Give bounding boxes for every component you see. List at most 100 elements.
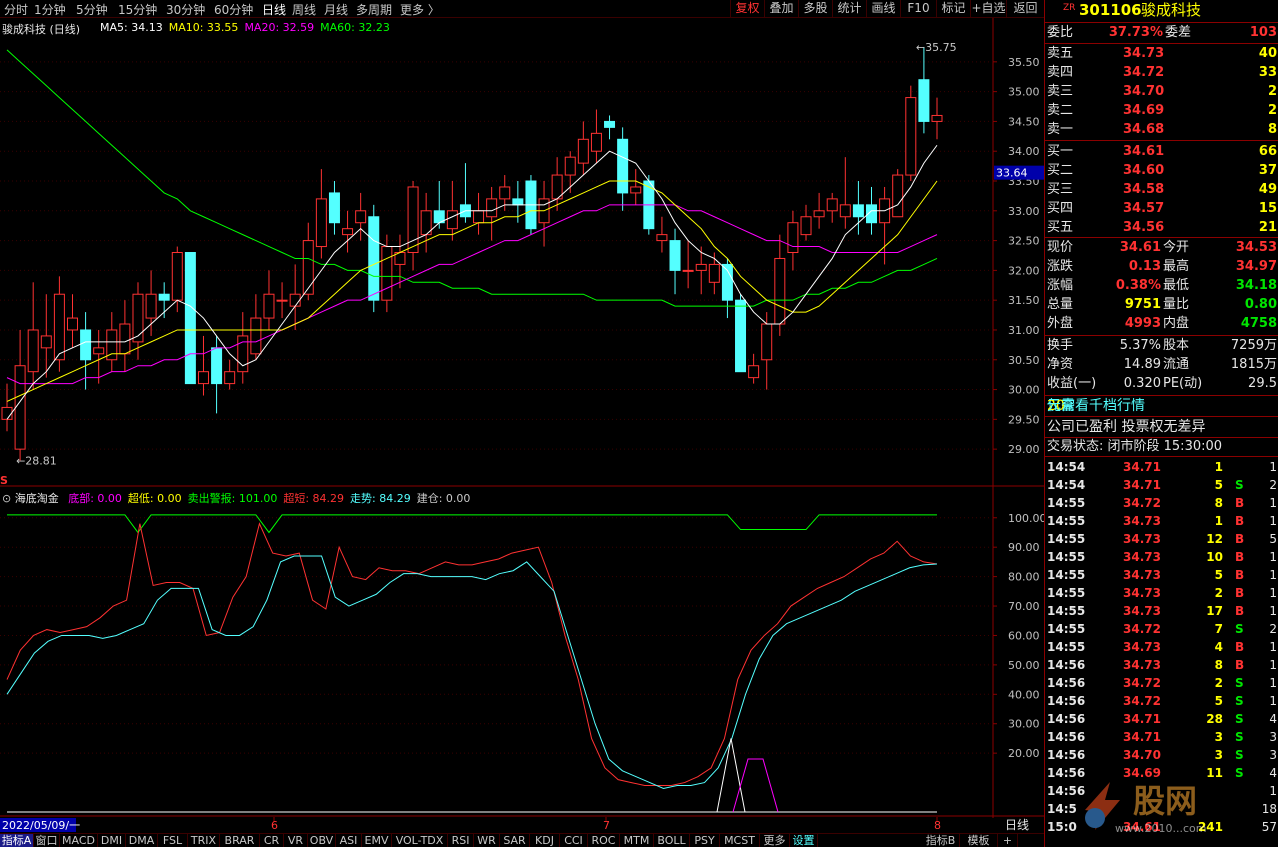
candle-body[interactable] — [368, 216, 380, 301]
candle-body[interactable] — [93, 347, 105, 355]
indicator-tab[interactable]: OBV — [308, 834, 336, 847]
candle-body[interactable] — [224, 371, 236, 385]
period-8[interactable]: 月线 — [324, 1, 348, 18]
right-tab[interactable]: + — [998, 834, 1018, 847]
candle-body[interactable] — [250, 317, 262, 355]
candle-body[interactable] — [328, 192, 340, 224]
indicator-tab[interactable]: FSL — [158, 834, 188, 847]
candle-body[interactable] — [158, 293, 170, 301]
candle-body[interactable] — [473, 210, 485, 224]
indicator-tab[interactable]: ASI — [336, 834, 362, 847]
candle-body[interactable] — [263, 293, 275, 319]
candle-body[interactable] — [14, 365, 26, 450]
candle-body[interactable] — [905, 97, 917, 176]
candle-body[interactable] — [656, 234, 668, 242]
period-10[interactable]: 更多 〉 — [400, 1, 440, 18]
indicator-tab[interactable]: MACD — [60, 834, 98, 847]
period-1[interactable]: 1分钟 — [34, 1, 66, 18]
candle-body[interactable] — [748, 365, 760, 379]
candle-body[interactable] — [708, 263, 720, 283]
order-book-row[interactable]: 买五 34.56 21 — [1045, 219, 1278, 237]
candle-body[interactable] — [931, 114, 943, 122]
candle-body[interactable] — [132, 293, 144, 343]
indicator-tab[interactable]: DMI — [98, 834, 126, 847]
toolbar-btn-1[interactable]: 叠加 — [764, 0, 798, 18]
candle-body[interactable] — [577, 138, 589, 164]
collapse-icon[interactable]: ⊙ — [2, 492, 11, 505]
toolbar-btn-4[interactable]: 画线 — [866, 0, 900, 18]
candle-body[interactable] — [171, 252, 183, 301]
candle-body[interactable] — [695, 263, 707, 271]
candle-body[interactable] — [302, 240, 314, 295]
candle-body[interactable] — [839, 204, 851, 218]
candle-body[interactable] — [892, 174, 904, 218]
candle-body[interactable] — [918, 79, 930, 122]
candle-body[interactable] — [119, 323, 131, 355]
promo-level2[interactable]: 仅需 20 元查看千档行情 — [1045, 397, 1278, 415]
candle-body[interactable] — [1, 406, 13, 420]
period-5[interactable]: 60分钟 — [214, 1, 253, 18]
period-0[interactable]: 分时 — [4, 1, 28, 18]
indicator-tab[interactable]: VOL-TDX — [392, 834, 448, 847]
candle-body[interactable] — [486, 198, 498, 218]
candle-body[interactable] — [53, 293, 65, 361]
candle-body[interactable] — [669, 240, 681, 271]
toolbar-btn-3[interactable]: 统计 — [832, 0, 866, 18]
candle-body[interactable] — [342, 228, 354, 236]
indicator-tab[interactable]: BRAR — [220, 834, 260, 847]
candle-body[interactable] — [682, 269, 694, 272]
chart-canvas[interactable]: 35.5035.0034.5034.0033.5033.0032.5032.00… — [0, 18, 1044, 838]
candle-body[interactable] — [761, 323, 773, 361]
period-9[interactable]: 多周期 — [356, 1, 392, 18]
indicator-tab[interactable]: RSI — [448, 834, 474, 847]
toolbar-btn-2[interactable]: 多股 — [798, 0, 832, 18]
indicator-tab[interactable]: CCI — [560, 834, 588, 847]
indicator-tab[interactable]: ROC — [588, 834, 620, 847]
order-book-row[interactable]: 买三 34.58 49 — [1045, 181, 1278, 199]
period-2[interactable]: 5分钟 — [76, 1, 108, 18]
candle-body[interactable] — [800, 216, 812, 236]
indicator-tab[interactable]: PSY — [690, 834, 720, 847]
indicator-tab[interactable]: 窗口 — [34, 834, 60, 847]
order-book-row[interactable]: 卖三 34.70 2 — [1045, 83, 1278, 101]
candle-body[interactable] — [197, 371, 209, 385]
order-book-row[interactable]: 卖四 34.72 33 — [1045, 64, 1278, 82]
indicator-tab[interactable]: KDJ — [530, 834, 560, 847]
candle-body[interactable] — [590, 132, 602, 152]
candle-body[interactable] — [735, 299, 747, 373]
order-book-row[interactable]: 买四 34.57 15 — [1045, 200, 1278, 218]
period-3[interactable]: 15分钟 — [118, 1, 157, 18]
candle-body[interactable] — [66, 317, 78, 331]
toolbar-btn-8[interactable]: 返回 — [1006, 0, 1044, 18]
order-book-row[interactable]: 卖一 34.68 8 — [1045, 121, 1278, 139]
candle-body[interactable] — [381, 246, 393, 301]
order-book-row[interactable]: 卖二 34.69 2 — [1045, 102, 1278, 120]
toolbar-btn-6[interactable]: 标记 — [936, 0, 970, 18]
candle-body[interactable] — [617, 138, 629, 194]
order-book-row[interactable]: 买二 34.60 37 — [1045, 162, 1278, 180]
period-6[interactable]: 日线 — [262, 1, 286, 18]
candle-body[interactable] — [512, 198, 524, 206]
candle-body[interactable] — [499, 186, 511, 200]
right-tab[interactable]: 指标B — [922, 834, 960, 847]
candle-body[interactable] — [289, 293, 301, 307]
period-4[interactable]: 30分钟 — [166, 1, 205, 18]
order-book-row[interactable]: 买一 34.61 66 — [1045, 143, 1278, 161]
candle-body[interactable] — [145, 293, 157, 319]
candle-body[interactable] — [80, 329, 92, 361]
indicator-tab[interactable]: BOLL — [654, 834, 690, 847]
candle-body[interactable] — [315, 198, 327, 248]
toolbar-btn-0[interactable]: 复权 — [730, 0, 764, 18]
indicator-tab[interactable]: 设置 — [790, 834, 818, 847]
candle-body[interactable] — [826, 198, 838, 212]
indicator-tab[interactable]: MTM — [620, 834, 654, 847]
indicator-tab[interactable]: 指标A — [0, 834, 34, 847]
candle-body[interactable] — [40, 335, 52, 349]
candle-body[interactable] — [774, 257, 786, 325]
indicator-tab[interactable]: CR — [260, 834, 284, 847]
indicator-tab[interactable]: WR — [474, 834, 500, 847]
indicator-tab[interactable]: EMV — [362, 834, 392, 847]
candle-body[interactable] — [446, 210, 458, 230]
candle-body[interactable] — [813, 210, 825, 218]
candle-body[interactable] — [852, 204, 864, 218]
